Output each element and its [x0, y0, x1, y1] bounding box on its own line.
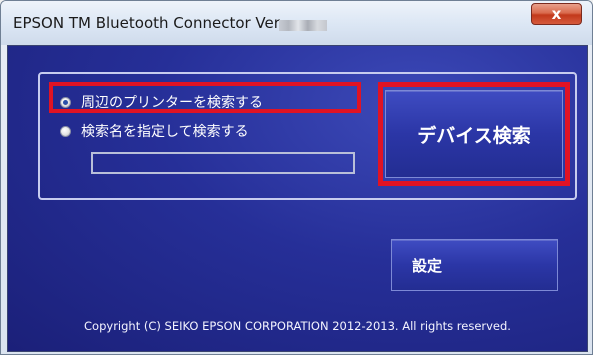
settings-button[interactable]: 設定: [391, 239, 558, 291]
search-name-input[interactable]: [91, 152, 355, 174]
radio-search-by-name-label: 検索名を指定して検索する: [81, 124, 249, 140]
copyright-text: Copyright (C) SEIKO EPSON CORPORATION 20…: [84, 319, 511, 333]
radio-search-by-name[interactable]: 検索名を指定して検索する: [60, 120, 249, 142]
highlight-outline-device-search: [378, 82, 570, 186]
radio-unchecked-icon[interactable]: [60, 125, 71, 137]
window-title: EPSON TM Bluetooth Connector Ver.: [13, 14, 284, 32]
highlight-outline-radio: [49, 82, 361, 113]
close-button[interactable]: x: [531, 3, 582, 25]
version-number-redacted: [279, 20, 327, 31]
app-window: EPSON TM Bluetooth Connector Ver. x 周辺のプ…: [0, 0, 593, 355]
title-bar: EPSON TM Bluetooth Connector Ver. x: [1, 1, 592, 45]
client-area: 周辺のプリンターを検索する 検索名を指定して検索する デバイス検索 設定 Cop…: [7, 45, 588, 352]
